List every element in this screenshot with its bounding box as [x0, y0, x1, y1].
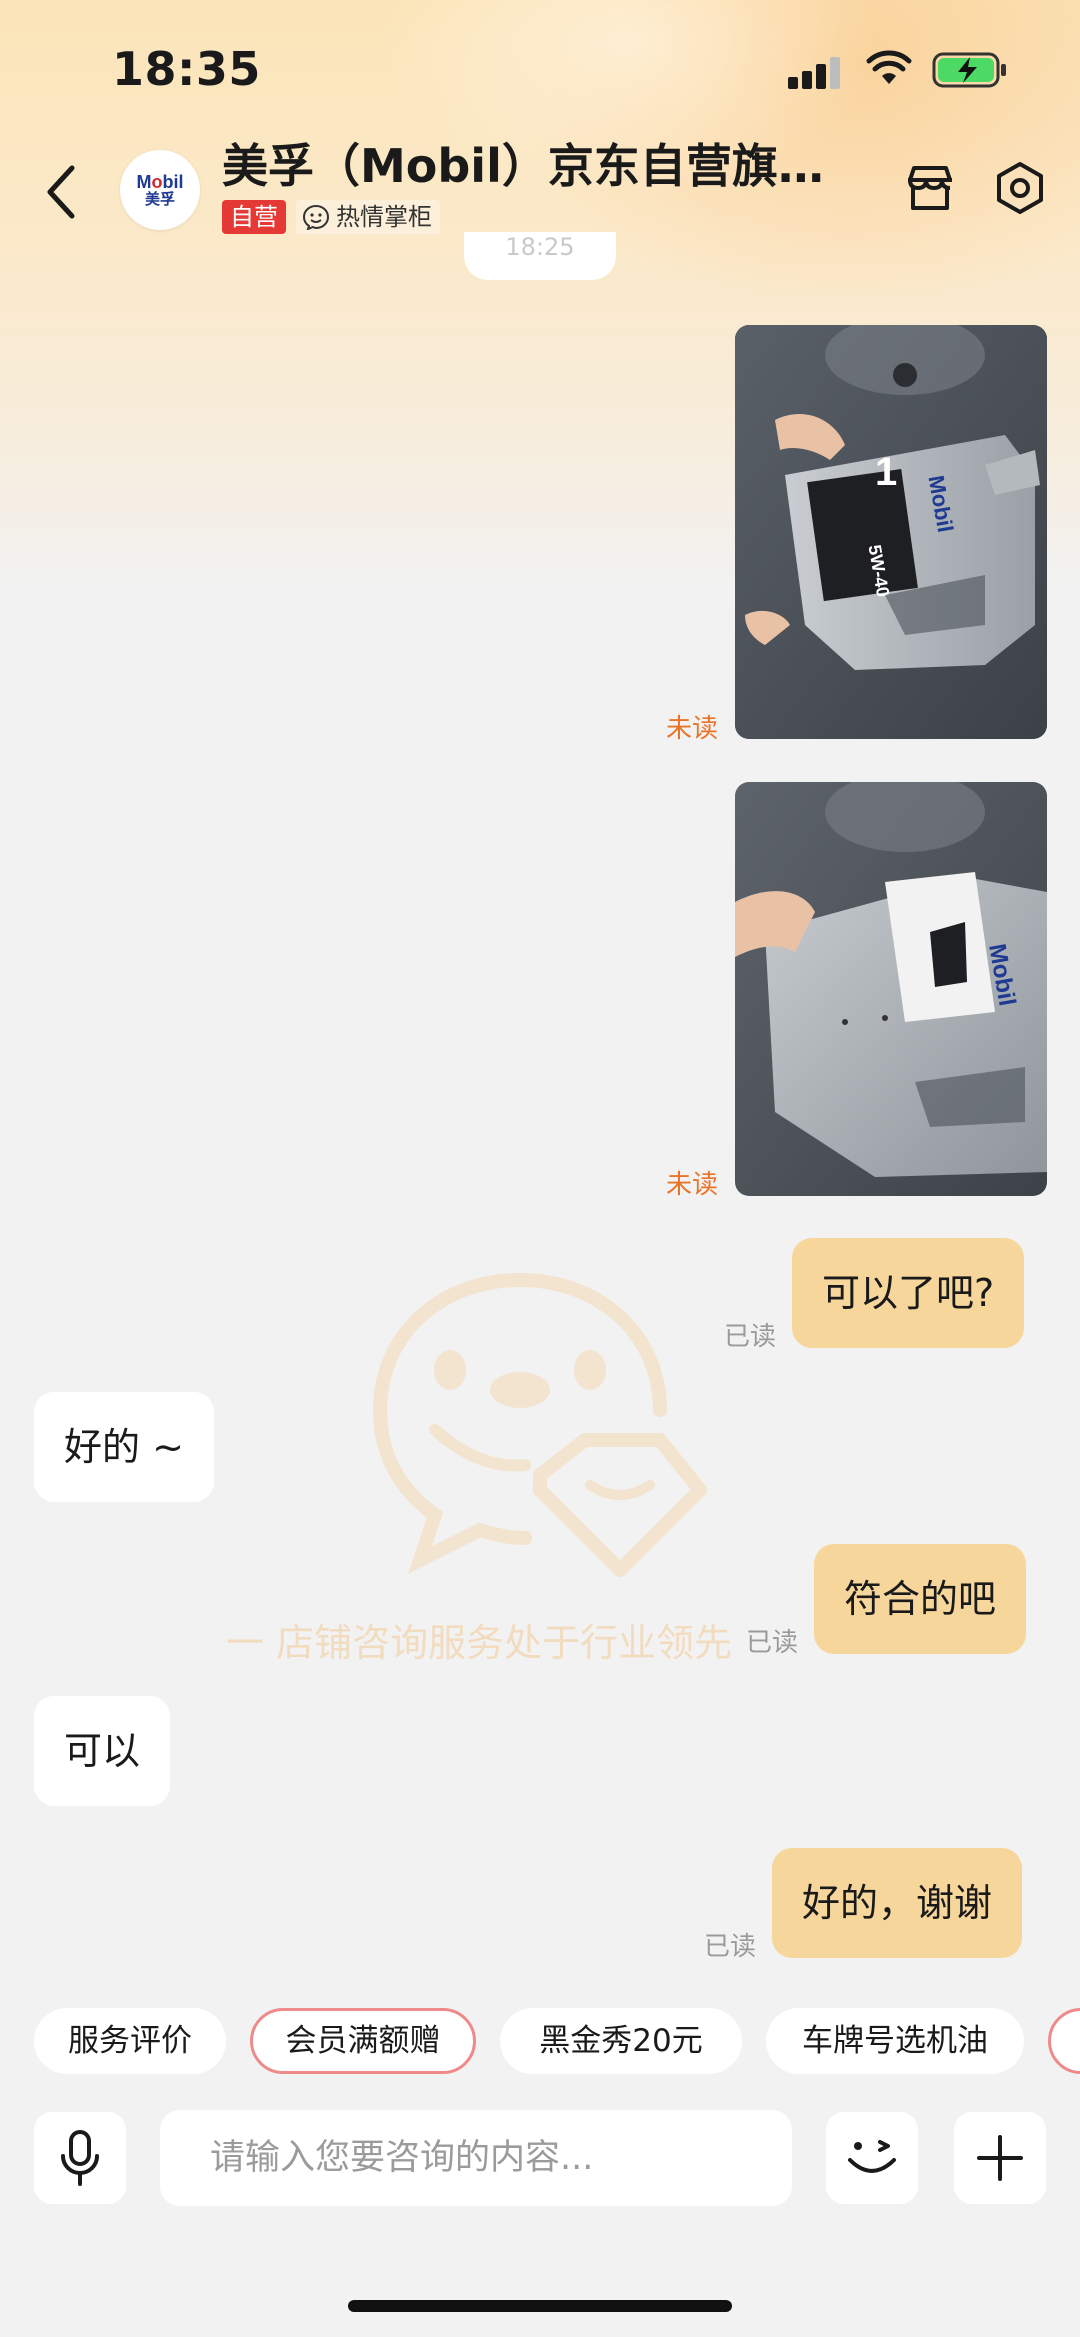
- incoming-message-bubble[interactable]: 好的 ~: [34, 1392, 214, 1502]
- quick-reply-more[interactable]: [1048, 2008, 1080, 2074]
- wifi-icon: [866, 50, 912, 84]
- status-bar: 18:35: [0, 0, 1080, 130]
- wink-emoji-icon: [848, 2140, 896, 2173]
- battery-charging-icon: [932, 52, 1006, 88]
- chat-image-message[interactable]: Mobil: [735, 782, 1047, 1196]
- avatar-logo-mobil: Mobil: [136, 171, 184, 192]
- message-read-status: 已读: [746, 1628, 799, 1658]
- message-unread-status: 未读: [666, 714, 719, 744]
- oil-bottle-photo: 1 Mobil 5W-40: [735, 325, 1047, 739]
- outgoing-message-bubble[interactable]: 好的，谢谢: [772, 1848, 1023, 1958]
- store-icon[interactable]: [902, 160, 958, 216]
- voice-input-button[interactable]: [34, 2112, 126, 2204]
- message-read-status: 已读: [724, 1322, 777, 1352]
- more-options-button[interactable]: [954, 2112, 1046, 2204]
- quick-reply-service-review[interactable]: 服务评价: [34, 2008, 226, 2074]
- quick-reply-bar: 服务评价 会员满额赠 黑金秀20元 车牌号选机油: [0, 2008, 1080, 2074]
- home-indicator[interactable]: [348, 2300, 732, 2312]
- chat-image-message[interactable]: 1 Mobil 5W-40: [735, 325, 1047, 739]
- plus-icon: [977, 2135, 1023, 2181]
- outgoing-message-bubble[interactable]: 符合的吧: [814, 1544, 1027, 1654]
- quick-reply-plate-oil[interactable]: 车牌号选机油: [766, 2008, 1024, 2074]
- message-read-status: 已读: [704, 1932, 757, 1962]
- service-watermark-text: 一 店铺咨询服务处于行业领先: [226, 1621, 733, 1665]
- timestamp-chip: 18:25: [464, 232, 616, 280]
- avatar-logo-cn: 美孚: [144, 189, 175, 208]
- outgoing-message-bubble[interactable]: 可以了吧?: [792, 1238, 1025, 1348]
- service-mascot-watermark: [372, 1273, 707, 1577]
- quick-reply-black-gold[interactable]: 黑金秀20元: [500, 2008, 742, 2074]
- back-arrow-icon[interactable]: [42, 160, 82, 224]
- status-time: 18:35: [112, 42, 261, 96]
- shop-avatar[interactable]: Mobil 美孚: [120, 150, 200, 230]
- quick-reply-member-gift[interactable]: 会员满额赠: [250, 2008, 476, 2074]
- oil-bottle-side-photo: Mobil: [735, 782, 1047, 1196]
- warm-host-label: 热情掌柜: [336, 203, 432, 231]
- self-operated-badge: 自营: [222, 200, 286, 234]
- message-input[interactable]: [160, 2110, 792, 2206]
- bottle-number-text: 1: [875, 450, 897, 494]
- settings-hexagon-icon[interactable]: [992, 160, 1048, 216]
- warm-host-badge: 热情掌柜: [296, 200, 440, 234]
- message-unread-status: 未读: [666, 1170, 719, 1200]
- microphone-icon: [61, 2130, 99, 2186]
- emoji-button[interactable]: [826, 2112, 918, 2204]
- smile-bubble-icon: [302, 204, 330, 230]
- shop-title[interactable]: 美孚（Mobil）京东自营旗…: [222, 130, 862, 196]
- incoming-message-bubble[interactable]: 可以: [34, 1696, 171, 1806]
- cellular-signal-icon: [788, 55, 844, 89]
